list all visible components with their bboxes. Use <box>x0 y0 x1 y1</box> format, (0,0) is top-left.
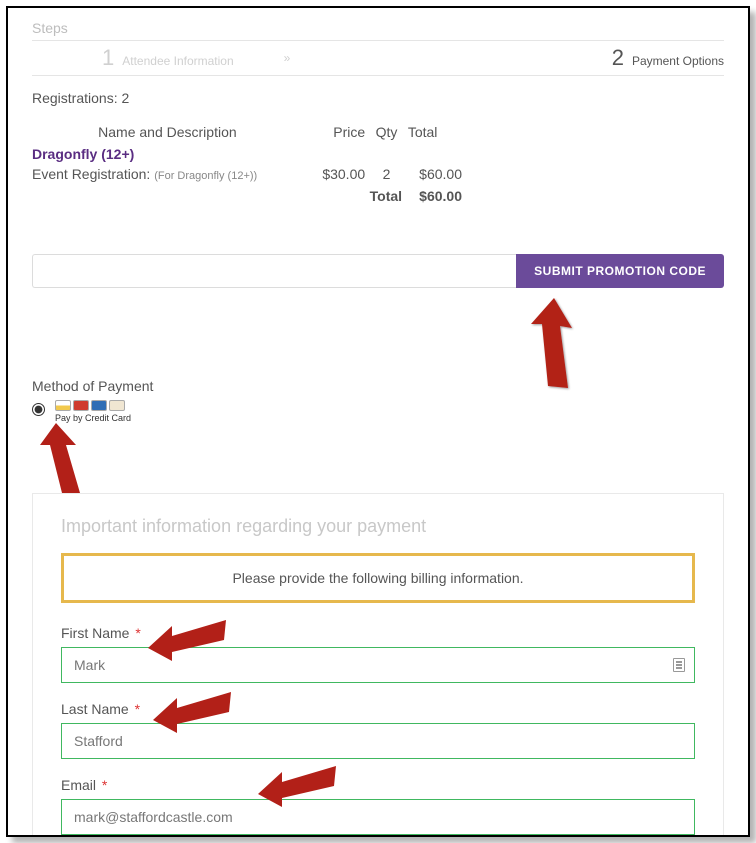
promo-code-input[interactable] <box>32 254 516 288</box>
step-1-label: Attendee Information <box>122 54 233 68</box>
email-input[interactable] <box>61 799 695 835</box>
first-name-field-group: First Name * <box>61 625 695 683</box>
email-field-group: Email * <box>61 777 695 835</box>
required-mark: * <box>102 777 107 793</box>
steps-bar: 1 Attendee Information » 2 Payment Optio… <box>32 40 724 76</box>
last-name-label-text: Last Name <box>61 701 129 717</box>
col-name-header: Name and Description <box>32 124 303 140</box>
line-item-price: $30.00 <box>313 166 365 182</box>
required-mark: * <box>135 625 140 641</box>
registrations-value: 2 <box>121 90 129 106</box>
steps-heading: Steps <box>32 20 724 36</box>
order-total-label: Total <box>370 188 402 204</box>
registrations-count: Registrations: 2 <box>32 90 724 106</box>
registrations-label: Registrations: <box>32 90 118 106</box>
last-name-input[interactable] <box>61 723 695 759</box>
col-price-header: Price <box>313 124 365 140</box>
pay-by-card-option[interactable]: Pay by Credit Card <box>55 400 131 423</box>
amex-icon <box>91 400 107 411</box>
submit-promo-button[interactable]: SUBMIT PROMOTION CODE <box>516 254 724 288</box>
first-name-label-text: First Name <box>61 625 129 641</box>
last-name-label: Last Name * <box>61 701 695 717</box>
first-name-input[interactable] <box>61 647 695 683</box>
line-item-sub: (For Dragonfly (12+)) <box>154 170 257 182</box>
step-payment-options: 2 Payment Options <box>612 45 724 71</box>
first-name-label: First Name * <box>61 625 695 641</box>
last-name-field-group: Last Name * <box>61 701 695 759</box>
step-1-number: 1 <box>102 45 114 71</box>
mastercard-icon <box>73 400 89 411</box>
step-separator-icon: » <box>284 51 288 65</box>
billing-banner: Please provide the following billing inf… <box>61 553 695 603</box>
col-qty-header: Qty <box>371 124 402 140</box>
pay-by-card-caption: Pay by Credit Card <box>55 413 131 423</box>
autofill-icon <box>673 658 685 672</box>
product-title: Dragonfly (12+) <box>32 146 462 162</box>
email-label-text: Email <box>61 777 96 793</box>
line-item-name: Event Registration: <box>32 166 150 182</box>
step-2-label: Payment Options <box>632 54 724 68</box>
order-total-value: $60.00 <box>408 188 462 204</box>
required-mark: * <box>135 701 140 717</box>
annotation-arrow-icon <box>38 423 98 498</box>
billing-panel: Important information regarding your pay… <box>32 493 724 837</box>
line-item-total: $60.00 <box>408 166 462 182</box>
pay-by-card-radio[interactable] <box>32 403 45 416</box>
email-label: Email * <box>61 777 695 793</box>
step-attendee-info: 1 Attendee Information <box>102 45 234 71</box>
discover-icon <box>109 400 125 411</box>
payment-method-heading: Method of Payment <box>32 378 724 394</box>
visa-icon <box>55 400 71 411</box>
step-2-number: 2 <box>612 45 624 71</box>
order-line-item: Event Registration: (For Dragonfly (12+)… <box>32 166 462 182</box>
order-summary-table: Name and Description Price Qty Total Dra… <box>32 124 462 204</box>
promo-code-row: SUBMIT PROMOTION CODE <box>32 254 724 288</box>
line-item-qty: 2 <box>371 166 402 182</box>
billing-title: Important information regarding your pay… <box>61 516 695 537</box>
order-total-row: Total $60.00 <box>32 188 462 204</box>
col-total-header: Total <box>408 124 462 140</box>
